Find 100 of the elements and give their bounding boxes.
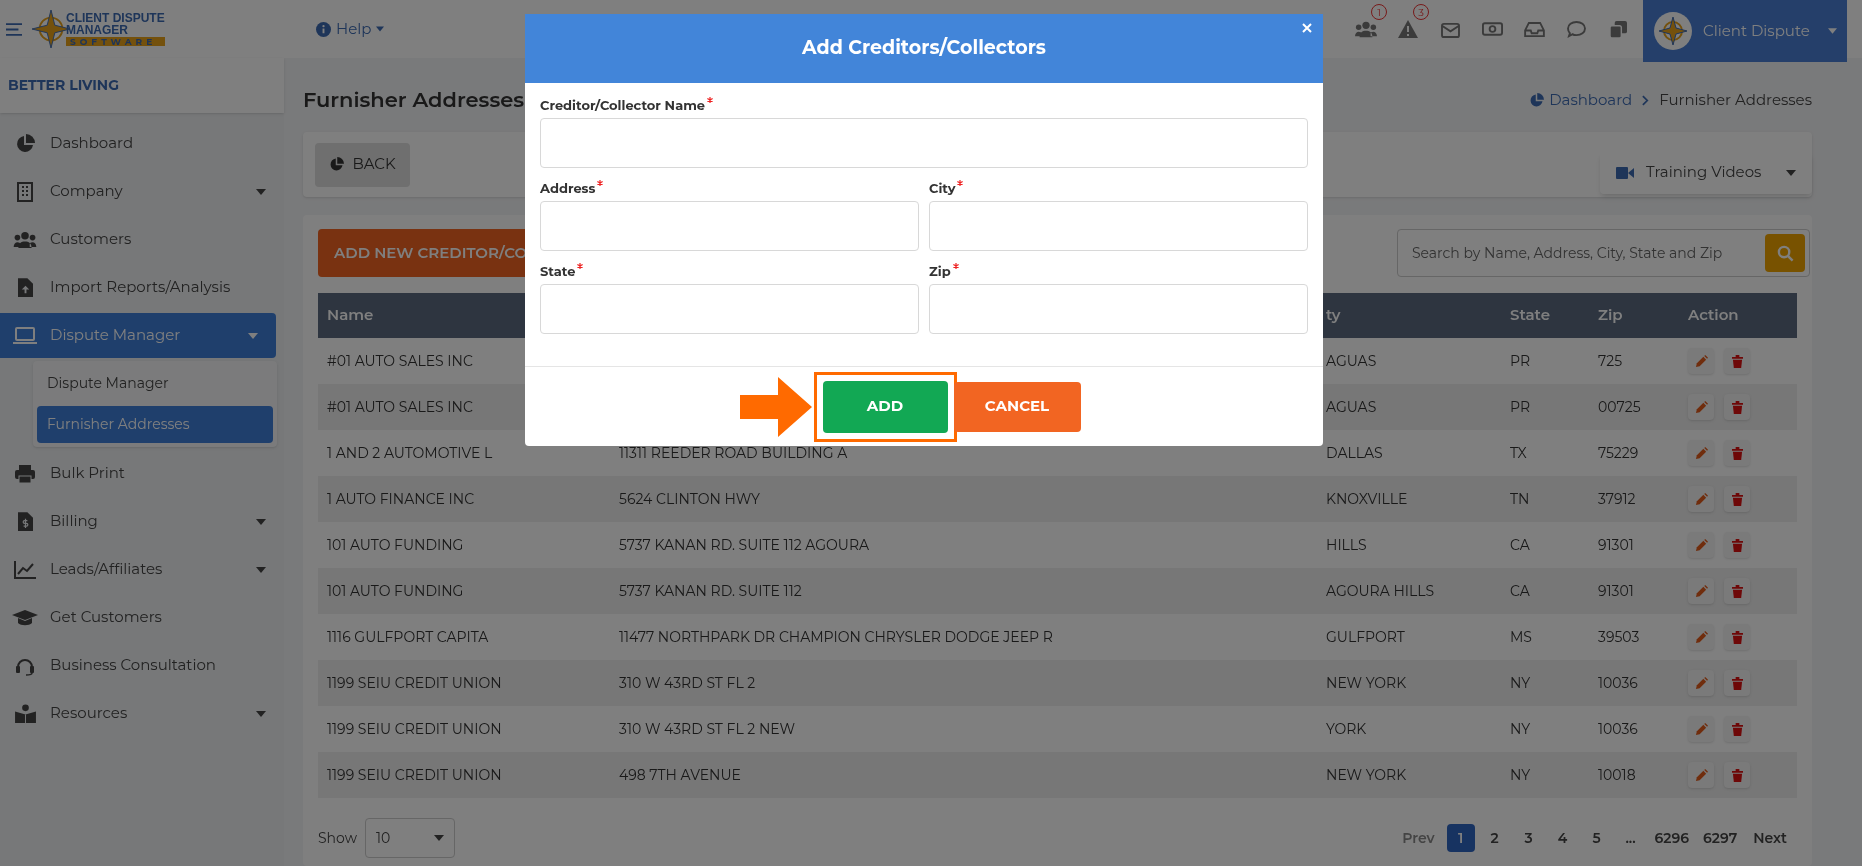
page-link[interactable]: 6296 (1650, 824, 1694, 852)
training-videos-dropdown[interactable]: Training Videos (1600, 151, 1812, 194)
avatar-icon (1653, 11, 1693, 51)
next-page-link[interactable]: Next (1747, 827, 1793, 849)
delete-button[interactable] (1724, 394, 1750, 420)
table-cell-text: 1 AND 2 AUTOMOTIVE L (326, 442, 494, 464)
table-cell-text: NEW YORK (1325, 672, 1408, 694)
close-icon (1302, 23, 1312, 33)
pencil-icon (1694, 446, 1708, 460)
trash-icon (1731, 538, 1743, 552)
page-link[interactable]: ... (1616, 824, 1645, 852)
sidebar-item[interactable]: Dispute Manager (0, 313, 276, 358)
input-field[interactable] (929, 284, 1308, 334)
delete-button[interactable] (1724, 716, 1750, 742)
pie-chart-icon (15, 133, 35, 154)
file-upload-icon (17, 278, 33, 297)
delete-button[interactable] (1724, 762, 1750, 788)
menu-icon[interactable] (6, 22, 22, 36)
help-menu[interactable]: Help (316, 17, 385, 41)
delete-button[interactable] (1724, 670, 1750, 696)
delete-button[interactable] (1724, 440, 1750, 466)
table-cell-text: 5737 KANAN RD. SUITE 112 (618, 580, 803, 602)
input-field[interactable] (540, 118, 1308, 168)
page-link[interactable]: 3 (1514, 824, 1543, 852)
delete-button[interactable] (1724, 348, 1750, 374)
sidebar-item[interactable]: Billing (0, 499, 284, 544)
edit-button[interactable] (1688, 394, 1714, 420)
table-cell-text: GULFPORT (1325, 626, 1406, 648)
chat-button[interactable] (1565, 18, 1587, 40)
edit-button[interactable] (1688, 762, 1714, 788)
trash-icon (1731, 354, 1743, 368)
table-cell-text: #01 AUTO SALES INC (326, 350, 474, 372)
caret-icon (376, 26, 385, 32)
table-cell-text: 1116 GULFPORT CAPITA (326, 626, 490, 648)
input-field[interactable] (540, 284, 919, 334)
edit-button[interactable] (1688, 486, 1714, 512)
prev-page-link[interactable]: Prev (1396, 827, 1441, 849)
pencil-icon (1694, 722, 1708, 736)
copy-button[interactable] (1607, 18, 1629, 40)
edit-button[interactable] (1688, 624, 1714, 650)
arrow-icon (739, 376, 812, 437)
trash-icon (1731, 400, 1743, 414)
page-link[interactable]: 2 (1480, 824, 1509, 852)
money-icon (1481, 22, 1503, 36)
sidebar-item[interactable]: Customers (0, 217, 284, 262)
trash-icon (1731, 630, 1743, 644)
edit-button[interactable] (1688, 670, 1714, 696)
table-cell-text: 1199 SEIU CREDIT UNION (326, 672, 503, 694)
input-field[interactable] (929, 201, 1308, 251)
back-button[interactable]: BACK (315, 142, 410, 187)
delete-button[interactable] (1724, 486, 1750, 512)
delete-button[interactable] (1724, 532, 1750, 558)
field-label: Creditor/Collector Name (540, 96, 706, 115)
search-field[interactable]: Search by Name, Address, City, State and Zip (1412, 235, 1765, 271)
warning-button[interactable] (1397, 18, 1419, 40)
profile-menu[interactable]: Client Dispute (1643, 0, 1847, 62)
search-bar[interactable]: Search by Name, Address, City, State and Zip (1397, 229, 1810, 277)
trash-icon (1731, 676, 1743, 690)
table-cell-text: 75229 (1597, 442, 1640, 464)
search-button[interactable] (1765, 234, 1805, 272)
trash-icon (1731, 446, 1743, 460)
add-button[interactable]: ADD (822, 380, 948, 433)
table-cell-text: NEW YORK (1325, 764, 1408, 786)
page-link[interactable]: 6297 (1699, 824, 1742, 852)
book-reader-icon (14, 704, 36, 723)
sidebar-item[interactable]: Get Customers (0, 595, 284, 640)
edit-button[interactable] (1688, 440, 1714, 466)
input-field[interactable] (540, 201, 919, 251)
delete-button[interactable] (1724, 624, 1750, 650)
page-link[interactable]: 5 (1582, 824, 1611, 852)
submenu-item[interactable]: Dispute Manager (37, 365, 273, 402)
sidebar-item[interactable]: Leads/Affiliates (0, 547, 284, 592)
edit-button[interactable] (1688, 578, 1714, 604)
sidebar-item[interactable]: Bulk Print (0, 451, 284, 496)
sidebar-item[interactable]: Dashboard (0, 121, 284, 166)
show-label: Show (318, 827, 357, 849)
sidebar-item[interactable]: Company (0, 169, 284, 214)
page-link[interactable]: 4 (1548, 824, 1577, 852)
table-cell-text: 10036 (1597, 672, 1639, 694)
table-cell-text: YORK (1325, 718, 1368, 740)
table-cell-text: 1199 SEIU CREDIT UNION (326, 764, 503, 786)
edit-button[interactable] (1688, 716, 1714, 742)
delete-button[interactable] (1724, 578, 1750, 604)
trash-icon (1731, 584, 1743, 598)
sidebar-item[interactable]: Business Consultation (0, 643, 284, 688)
info-icon (316, 21, 331, 37)
edit-button[interactable] (1688, 348, 1714, 374)
sidebar-item[interactable]: Import Reports/Analysis (0, 265, 284, 310)
pencil-icon (1694, 676, 1708, 690)
breadcrumb-link[interactable]: Dashboard (1529, 88, 1633, 112)
graduation-cap-icon (12, 608, 38, 627)
pencil-icon (1694, 768, 1708, 782)
cancel-button[interactable]: CANCEL (953, 381, 1081, 432)
users-icon (1355, 20, 1377, 38)
sidebar-item[interactable]: Resources (0, 691, 284, 736)
page-size-select[interactable]: 10 (364, 818, 455, 858)
page-link[interactable]: 1 (1446, 824, 1475, 852)
submenu-item[interactable]: Furnisher Addresses (37, 406, 273, 443)
edit-button[interactable] (1688, 532, 1714, 558)
table-cell-text: TN (1509, 488, 1531, 510)
